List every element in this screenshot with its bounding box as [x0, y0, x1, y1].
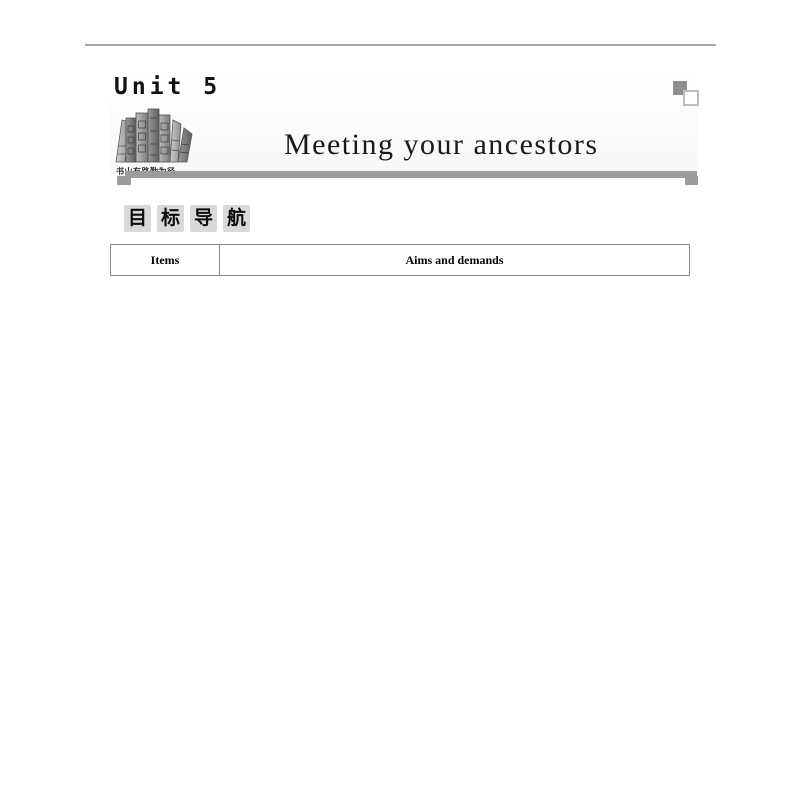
section-heading: 目 标 导 航 — [124, 205, 250, 232]
section-heading-char-4: 航 — [223, 205, 250, 232]
decorative-squares — [673, 81, 707, 109]
top-horizontal-rule — [85, 44, 716, 46]
section-heading-char-1: 目 — [124, 205, 151, 232]
outlined-square-icon — [683, 90, 699, 106]
section-heading-char-2: 标 — [157, 205, 184, 232]
aims-and-demands-table: Items Aims and demands — [110, 244, 690, 276]
divider-cap-right — [685, 176, 698, 185]
section-heading-char-3: 导 — [190, 205, 217, 232]
books-illustration-icon — [113, 104, 197, 166]
table-header-row: Items Aims and demands — [110, 244, 690, 276]
unit-title: Meeting your ancestors — [284, 128, 599, 161]
table-header-items: Items — [110, 244, 220, 276]
header-divider-bar — [125, 171, 697, 178]
document-page: Unit 5 Meeting your ancestors 目 标 导 航 It… — [0, 0, 800, 793]
unit-number-label: Unit 5 — [114, 74, 222, 100]
table-header-aims-and-demands: Aims and demands — [219, 244, 690, 276]
